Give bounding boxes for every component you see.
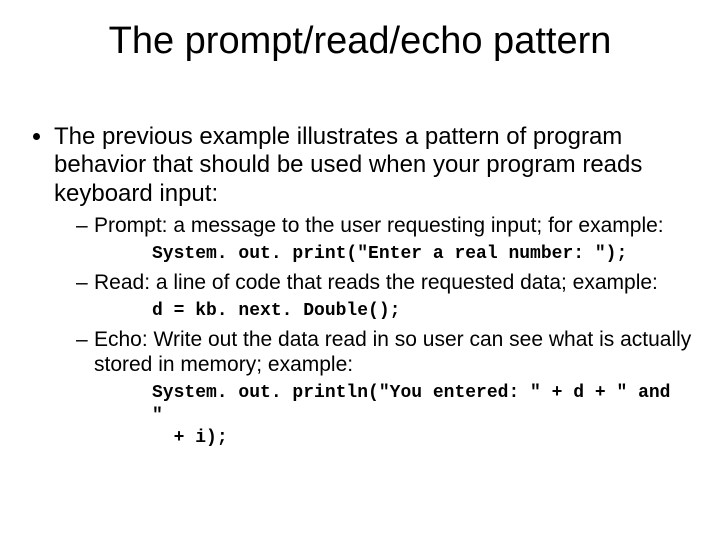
sub-bullet-text: Echo: Write out the data read in so user… (94, 328, 691, 376)
slide-title: The prompt/read/echo pattern (28, 20, 692, 63)
sub-bullet-text: Read: a line of code that reads the requ… (94, 271, 658, 294)
main-bullet: The previous example illustrates a patte… (54, 123, 692, 450)
code-sample-prompt: System. out. print("Enter a real number:… (152, 243, 692, 266)
slide: The prompt/read/echo pattern The previou… (0, 0, 720, 540)
code-sample-echo: System. out. println("You entered: " + d… (152, 382, 692, 450)
sub-bullet-text: Prompt: a message to the user requesting… (94, 214, 664, 237)
sub-bullet-list: Prompt: a message to the user requesting… (54, 214, 692, 450)
bullet-list: The previous example illustrates a patte… (28, 123, 692, 450)
sub-bullet-prompt: Prompt: a message to the user requesting… (76, 214, 692, 265)
sub-bullet-echo: Echo: Write out the data read in so user… (76, 328, 692, 449)
main-bullet-text: The previous example illustrates a patte… (54, 123, 642, 207)
code-sample-read: d = kb. next. Double(); (152, 300, 692, 323)
sub-bullet-read: Read: a line of code that reads the requ… (76, 271, 692, 322)
